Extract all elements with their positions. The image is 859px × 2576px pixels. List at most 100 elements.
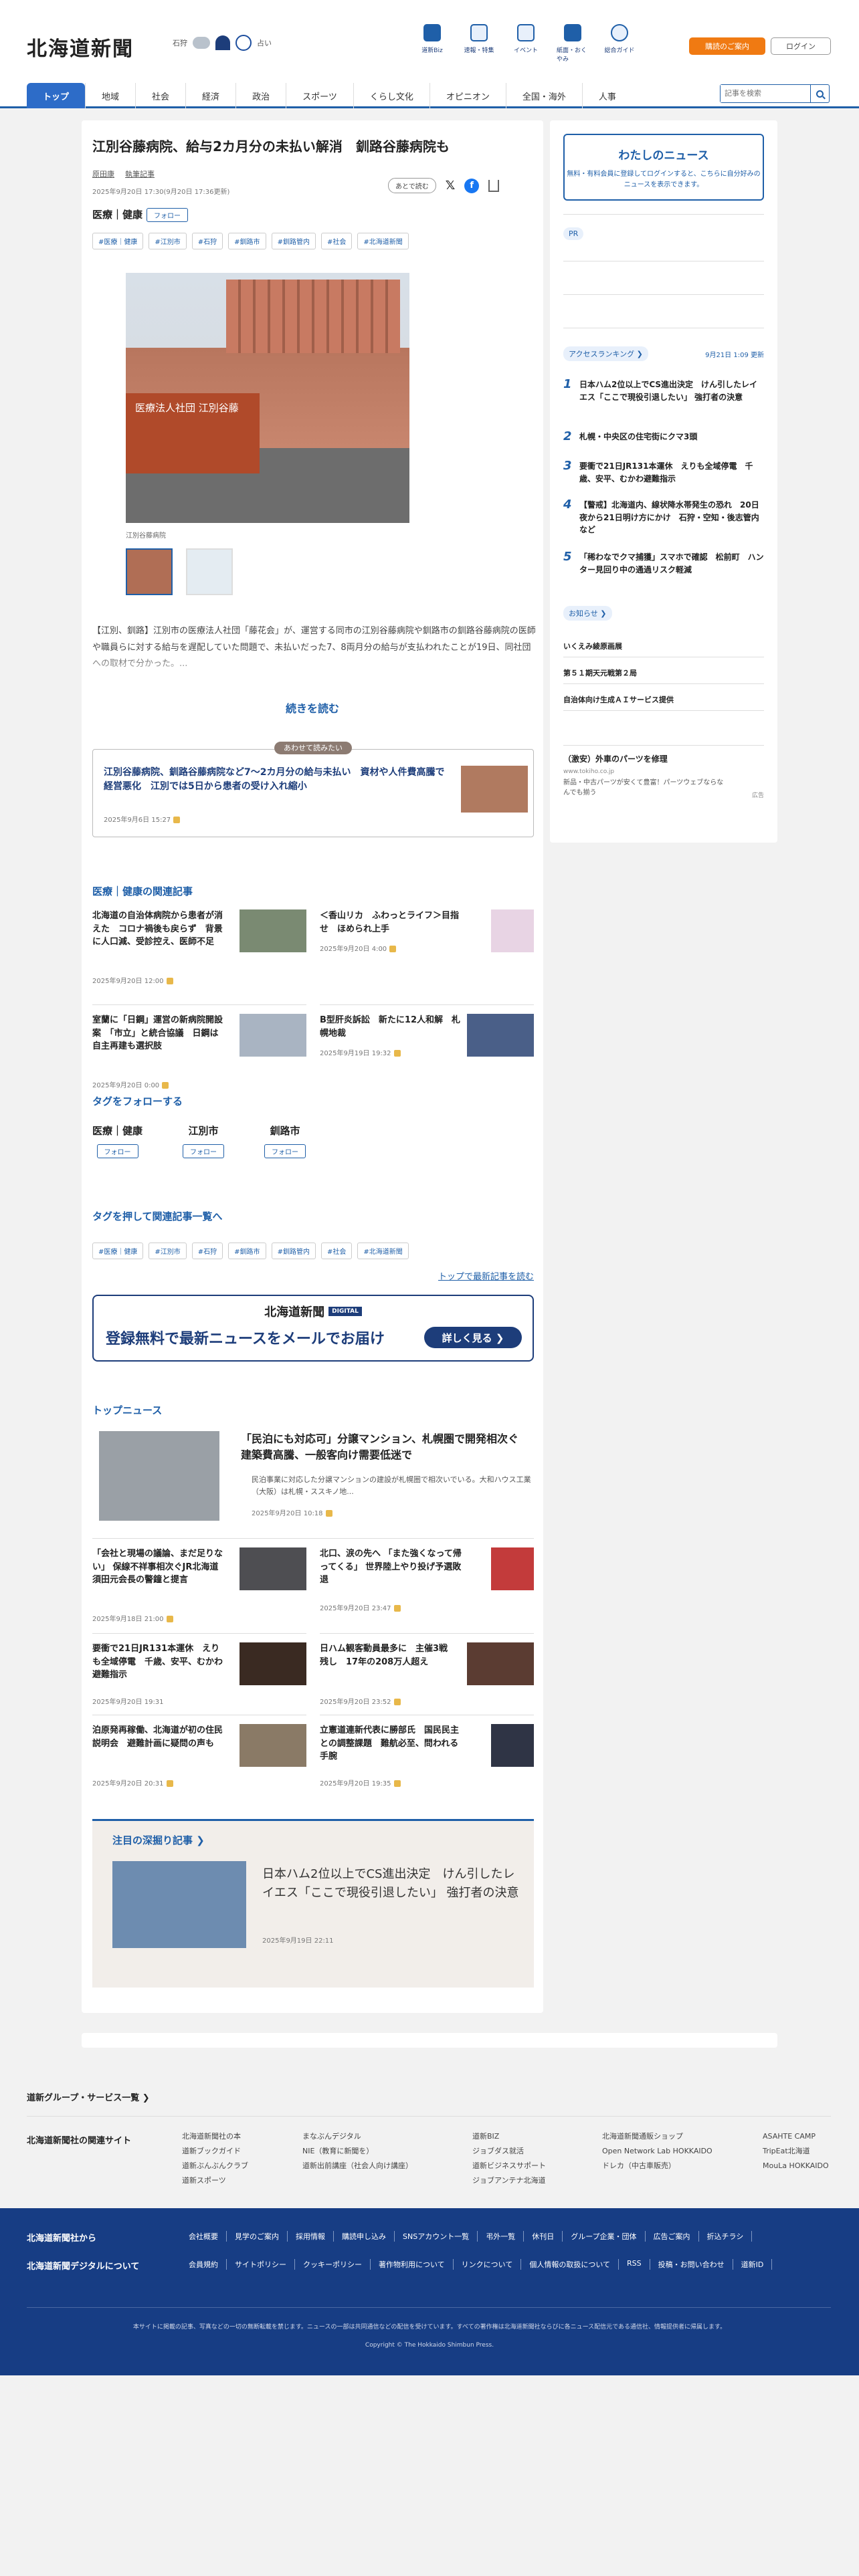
banner-details-button[interactable]: 詳しく見る ❯: [424, 1327, 522, 1348]
footer-link[interactable]: 会員規約: [181, 2259, 227, 2270]
footer-link[interactable]: 投稿・お問い合わせ: [650, 2259, 733, 2270]
share-icon[interactable]: [488, 179, 500, 192]
top-news-item[interactable]: 日ハム観客動員最多に 主催3戦残し 17年の208万人超え 2025年9月20日…: [320, 1642, 534, 1723]
follow-button[interactable]: フォロー: [183, 1144, 225, 1158]
deep-dive-heading[interactable]: 注目の深掘り記事 ❯: [112, 1833, 205, 1847]
tab-culture[interactable]: くらし文化: [353, 83, 430, 108]
tab-personnel[interactable]: 人事: [581, 83, 632, 108]
tag-link[interactable]: #江別市: [149, 233, 187, 249]
tag-link[interactable]: #釧路市: [228, 233, 266, 249]
tag-link[interactable]: #釧路管内: [271, 233, 316, 249]
footer-link[interactable]: 道新ぶんぶんクラブ: [182, 2159, 248, 2173]
related-item[interactable]: ＜香山リカ ふわっとライフ＞目指せ ほめられ上手 2025年9月20日 4:00: [320, 909, 534, 990]
top-news-lead-image[interactable]: [99, 1431, 219, 1521]
footer-link[interactable]: 道新BIZ: [472, 2129, 546, 2144]
tab-politics[interactable]: 政治: [235, 83, 286, 108]
group-services-link[interactable]: 道新グループ・サービス一覧 ❯: [27, 2090, 150, 2103]
tag-link[interactable]: #釧路市: [228, 1243, 266, 1259]
facebook-share-icon[interactable]: f: [464, 178, 480, 193]
weather-widget[interactable]: 石狩 占い: [173, 35, 272, 51]
top-news-item[interactable]: 北口、涙の先へ 「また強くなって帰ってくる」 世界陸上やり投げ予選敗退 2025…: [320, 1547, 534, 1628]
related-item[interactable]: 北海道の自治体病院から患者が消えた コロナ禍後も戻らず 背景に人口減、受診控え、…: [92, 909, 306, 990]
fortune-icon[interactable]: [235, 35, 252, 51]
footer-link[interactable]: 道新ID: [733, 2259, 773, 2270]
also-read-title[interactable]: 江別谷藤病院、釧路谷藤病院など7～2カ月分の給与未払い 資材や人件費高騰で経営悪…: [104, 766, 452, 794]
notice-item[interactable]: いくえみ綾原画展: [563, 641, 622, 651]
search-input[interactable]: [721, 85, 810, 102]
photo-thumbnail[interactable]: [126, 548, 173, 595]
footer-link[interactable]: サイトポリシー: [227, 2259, 295, 2270]
footer-link[interactable]: 道新出前講座（社会人向け講座）: [302, 2159, 413, 2173]
footer-link[interactable]: 広告ご案内: [646, 2231, 699, 2242]
x-share-icon[interactable]: 𝕏: [446, 179, 456, 193]
top-news-item[interactable]: 泊原発再稼働、北海道が初の住民説明会 避難計画に疑問の声も 2025年9月20日…: [92, 1724, 306, 1804]
read-more-link[interactable]: 続きを読む: [82, 700, 543, 716]
header-nav-events[interactable]: イベント: [510, 24, 542, 63]
footer-link[interactable]: 北海道新聞社の本: [182, 2129, 248, 2144]
footer-link[interactable]: TripEat北海道: [763, 2144, 829, 2159]
notice-item[interactable]: 第５１期天元戦第２局: [563, 667, 637, 678]
subscribe-button[interactable]: 購読のご案内: [689, 37, 765, 55]
tab-region[interactable]: 地域: [85, 83, 135, 108]
footer-link[interactable]: グループ企業・団体: [563, 2231, 646, 2242]
tag-link[interactable]: #石狩: [191, 233, 223, 249]
tag-link[interactable]: #江別市: [149, 1243, 187, 1259]
article-photo[interactable]: 医療法人社団 江別谷藤: [126, 273, 409, 523]
footer-link[interactable]: リンクについて: [454, 2259, 522, 2270]
ranking-item[interactable]: 3 要衝で21日JR131本運休 えりも全域停電 千歳、安平、むかわ避難指示: [563, 459, 764, 491]
tab-sports[interactable]: スポーツ: [286, 83, 353, 108]
tag-link[interactable]: #釧路管内: [271, 1243, 316, 1259]
ranking-item[interactable]: 5 「稀わなでクマ捕獲」スマホで確認 松前町 ハンター見回り中の通過リスク軽減: [563, 550, 764, 582]
footer-link[interactable]: NIE（教育に新聞を）: [302, 2144, 413, 2159]
top-news-item[interactable]: 要衝で21日JR131本運休 えりも全域停電 千歳、安平、むかわ避難指示 202…: [92, 1642, 306, 1723]
header-nav-guide[interactable]: 総合ガイド: [603, 24, 636, 63]
footer-link[interactable]: Open Network Lab HOKKAIDO: [602, 2144, 712, 2159]
footer-link[interactable]: 見学のご案内: [227, 2231, 288, 2242]
footer-link[interactable]: ドレカ（中古車販売）: [602, 2159, 712, 2173]
top-news-lead-title[interactable]: 「民泊にも対応可」分譲マンション、札幌圏で開発相次ぐ 建築費高騰、一般客向け需要…: [241, 1431, 535, 1463]
tab-world[interactable]: 全国・海外: [505, 83, 582, 108]
ad-block[interactable]: （激安）外車のパーツを修理 www.tokiho.co.jp 新品・中古パーツが…: [563, 753, 764, 799]
tag-link[interactable]: #医療｜健康: [92, 1243, 144, 1259]
follow-button[interactable]: フォロー: [147, 208, 189, 222]
author-name[interactable]: 原田康: [92, 169, 114, 179]
footer-link[interactable]: ジョブアンテナ北海道: [472, 2173, 546, 2188]
author-articles-link[interactable]: 執筆記事: [125, 169, 155, 179]
footer-link[interactable]: 著作物利用について: [371, 2259, 454, 2270]
footer-link[interactable]: 折込チラシ: [699, 2231, 753, 2242]
footer-link[interactable]: MouLa HOKKAIDO: [763, 2159, 829, 2173]
login-button[interactable]: ログイン: [771, 37, 831, 55]
deep-dive-title[interactable]: 日本ハム2位以上でCS進出決定 けん引したレイエス「ここで現役引退したい」 強打…: [262, 1865, 523, 1903]
tab-top[interactable]: トップ: [27, 83, 86, 108]
tag-link[interactable]: #石狩: [191, 1243, 223, 1259]
footer-link[interactable]: 採用情報: [288, 2231, 334, 2242]
footer-link[interactable]: 道新スポーツ: [182, 2173, 248, 2188]
footer-link[interactable]: ASAHTE CAMP: [763, 2129, 829, 2144]
footer-link[interactable]: 個人情報の取扱について: [521, 2259, 619, 2270]
newsletter-banner[interactable]: 北海道新聞 DIGITAL 登録無料で最新ニュースをメールでお届け 詳しく見る ❯: [92, 1295, 534, 1362]
notice-item[interactable]: 自治体向け生成ＡＩサービス提供: [563, 694, 674, 705]
footer-link[interactable]: 道新ビジネスサポート: [472, 2159, 546, 2173]
tab-society[interactable]: 社会: [135, 83, 185, 108]
header-nav-news[interactable]: 速報・特集: [463, 24, 495, 63]
read-later-button[interactable]: あとで読む: [388, 178, 436, 193]
ranking-item[interactable]: 1 日本ハム2位以上でCS進出決定 けん引したレイエス「ここで現役引退したい」 強…: [563, 377, 764, 421]
search-button[interactable]: [810, 85, 829, 102]
deep-dive-image[interactable]: [112, 1861, 246, 1948]
footer-link[interactable]: 会社概要: [181, 2231, 227, 2242]
ranking-heading[interactable]: アクセスランキング ❯: [563, 346, 648, 361]
footer-link[interactable]: ジョブダス就活: [472, 2144, 546, 2159]
tag-link[interactable]: #北海道新聞: [357, 1243, 409, 1259]
also-read-card[interactable]: あわせて読みたい 江別谷藤病院、釧路谷藤病院など7～2カ月分の給与未払い 資材や…: [92, 742, 534, 837]
ranking-item[interactable]: 4 【警戒】北海道内、線状降水帯発生の恐れ 20日夜から21日明け方にかけ 石狩・…: [563, 498, 764, 542]
footer-link[interactable]: まなぶんデジタル: [302, 2129, 413, 2144]
footer-link[interactable]: RSS: [619, 2259, 650, 2270]
tag-link[interactable]: #医療｜健康: [92, 233, 144, 249]
related-item[interactable]: 室蘭に「日鋼」運営の新病院開設案 「市立」と統合協議 日鋼は自主再建も選択肢 2…: [92, 1014, 306, 1094]
footer-link[interactable]: 購読申し込み: [334, 2231, 395, 2242]
footer-link[interactable]: 休刊日: [524, 2231, 563, 2242]
tab-opinion[interactable]: オピニオン: [429, 83, 506, 108]
header-nav-paper[interactable]: 紙面・おくやみ: [557, 24, 589, 63]
footer-link[interactable]: SNSアカウント一覧: [395, 2231, 478, 2242]
my-news-text[interactable]: 無料・有料会員に登録してログインすると、こちらに自分好みのニュースを表示できます…: [565, 169, 763, 191]
